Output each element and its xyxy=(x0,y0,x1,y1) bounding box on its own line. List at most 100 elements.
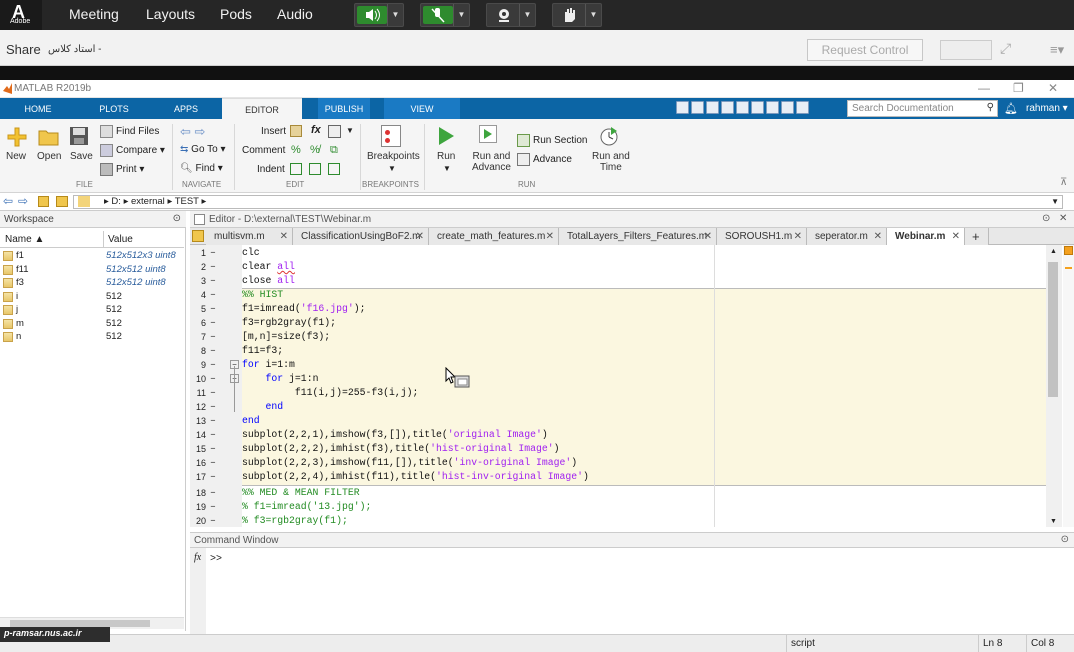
undo-icon[interactable] xyxy=(736,101,749,114)
increase-indent-icon[interactable] xyxy=(309,163,321,175)
indent-button[interactable]: Indent xyxy=(257,164,285,175)
editor-tab[interactable]: multisvm.m ✕ xyxy=(206,228,293,245)
run-button[interactable]: Run xyxy=(437,151,455,162)
camera-button[interactable]: ▼ xyxy=(486,3,536,27)
decrease-indent-icon[interactable] xyxy=(328,163,340,175)
fx-icon[interactable]: fx xyxy=(194,552,201,563)
code-line[interactable]: 11– f11(i,j)=255-f3(i,j); xyxy=(190,386,1046,400)
workspace-row[interactable]: n 512 xyxy=(0,330,184,344)
menu-layouts[interactable]: Layouts xyxy=(146,6,195,22)
editor-tab[interactable]: ClassificationUsingBoF2.m ✕ xyxy=(293,228,429,245)
command-window[interactable] xyxy=(190,548,1074,634)
menu-pods[interactable]: Pods xyxy=(220,6,252,22)
browse-folder-icon[interactable] xyxy=(56,196,68,207)
fullscreen-icon[interactable]: ⤢ xyxy=(1000,40,1020,60)
editor-tab-active[interactable]: Webinar.m ✕ xyxy=(887,228,965,245)
code-line[interactable]: 8– f11=f3; xyxy=(190,344,1046,358)
editor-tab[interactable]: SOROUSH1.m ✕ xyxy=(717,228,807,245)
editor-tab[interactable]: seperator.m ✕ xyxy=(807,228,887,245)
chevron-down-icon[interactable]: ▼ xyxy=(443,164,451,173)
goto-button[interactable]: ⇆ Go To ▾ xyxy=(180,144,225,155)
options-icon[interactable] xyxy=(796,101,809,114)
code-line[interactable]: 18–%% MED & MEAN FILTER xyxy=(190,486,1046,500)
cut-icon[interactable] xyxy=(691,101,704,114)
close-icon[interactable]: ✕ xyxy=(1048,81,1058,95)
workspace-row[interactable]: i 512 xyxy=(0,290,184,304)
insert-button[interactable]: Insert xyxy=(261,126,286,137)
close-icon[interactable]: ✕ xyxy=(546,228,554,245)
close-icon[interactable]: ✕ xyxy=(416,228,424,245)
menu-meeting[interactable]: Meeting xyxy=(69,6,119,22)
code-line[interactable]: 20–% f3=rgb2gray(f1); xyxy=(190,514,1046,527)
mic-button[interactable]: ▼ xyxy=(420,3,470,27)
panel-menu-icon[interactable]: ⊙ xyxy=(1061,534,1069,545)
code-line[interactable]: 17– subplot(2,2,4),imhist(f11),title('his… xyxy=(190,470,1046,484)
redo-icon[interactable] xyxy=(751,101,764,114)
speaker-button[interactable]: ▼ xyxy=(354,3,404,27)
tab-plots[interactable]: PLOTS xyxy=(88,98,140,119)
code-line[interactable]: 5– f1=imread('f16.jpg'); xyxy=(190,302,1046,316)
code-line[interactable]: 19–% f1=imread('13.jpg'); xyxy=(190,500,1046,514)
close-icon[interactable]: ✕ xyxy=(1059,213,1067,224)
tab-apps[interactable]: APPS xyxy=(160,98,212,119)
find-files-button[interactable]: Find Files xyxy=(100,125,159,138)
search-documentation-input[interactable]: Search Documentation ⚲ xyxy=(847,100,998,117)
run-and-advance-button[interactable]: Run and Advance xyxy=(472,151,511,173)
workspace-row[interactable]: m 512 xyxy=(0,317,184,331)
current-folder-path[interactable]: ▸ D: ▸ external ▸ TEST ▸ ▼ xyxy=(73,195,1063,209)
panel-menu-icon[interactable]: ⊙ xyxy=(173,213,181,224)
fx-icon[interactable]: fx xyxy=(311,124,321,136)
insert-section-icon[interactable] xyxy=(290,125,302,137)
user-menu[interactable]: rahman ▾ xyxy=(1026,103,1068,114)
minimize-icon[interactable]: — xyxy=(978,81,990,95)
editor-tab[interactable]: TotalLayers_Filters_Features.m ✕ xyxy=(559,228,717,245)
path-part-test[interactable]: TEST xyxy=(175,196,199,207)
code-line[interactable]: 13– end xyxy=(190,414,1046,428)
tab-home[interactable]: HOME xyxy=(12,98,64,119)
code-line[interactable]: 12– end xyxy=(190,400,1046,414)
view-toggle-icon[interactable] xyxy=(940,40,992,60)
workspace-row[interactable]: j 512 xyxy=(0,303,184,317)
workspace-row[interactable]: f1 512x512x3 uint8 xyxy=(0,249,184,263)
path-part-drive[interactable]: D: xyxy=(111,196,121,207)
chevron-down-icon[interactable]: ▼ xyxy=(346,126,354,135)
editor-tab[interactable]: create_math_features.m ✕ xyxy=(429,228,559,245)
code-line[interactable]: 7– [m,n]=size(f3); xyxy=(190,330,1046,344)
copy-icon[interactable] xyxy=(706,101,719,114)
code-line[interactable]: 1– clc xyxy=(190,246,1046,260)
tab-editor[interactable]: EDITOR xyxy=(222,98,302,119)
code-line[interactable]: 2– clear all xyxy=(190,260,1046,274)
comment-button[interactable]: Comment xyxy=(242,145,285,156)
scroll-thumb[interactable] xyxy=(1048,262,1058,397)
help-icon[interactable] xyxy=(781,101,794,114)
close-icon[interactable]: ✕ xyxy=(704,228,712,245)
code-line[interactable]: 14– subplot(2,2,1),imshow(f3,[]),title('o… xyxy=(190,428,1046,442)
switch-windows-icon[interactable] xyxy=(766,101,779,114)
tab-publish[interactable]: PUBLISH xyxy=(318,98,370,119)
uncomment-icon[interactable]: %̸ xyxy=(310,144,320,156)
chevron-down-icon[interactable]: ▼ xyxy=(388,164,396,173)
maximize-icon[interactable]: ❐ xyxy=(1013,81,1024,95)
breakpoints-button[interactable]: Breakpoints xyxy=(367,151,420,162)
advance-button[interactable]: Advance xyxy=(517,153,572,166)
find-button[interactable]: 🔍︎ Find ▾ xyxy=(180,163,223,174)
workspace-row[interactable]: f3 512x512 uint8 xyxy=(0,276,184,290)
smart-indent-icon[interactable] xyxy=(290,163,302,175)
column-name[interactable]: Name ▲ xyxy=(5,234,44,245)
new-button[interactable]: New xyxy=(6,151,26,162)
close-icon[interactable]: ✕ xyxy=(952,228,960,245)
run-section-button[interactable]: Run Section xyxy=(517,134,587,147)
up-folder-icon[interactable] xyxy=(38,196,49,207)
run-and-time-button[interactable]: Run and Time xyxy=(592,151,630,173)
close-icon[interactable]: ✕ xyxy=(280,228,288,245)
compare-button[interactable]: Compare ▾ xyxy=(100,144,165,157)
collapse-ribbon-icon[interactable]: ⊼ xyxy=(1060,177,1067,188)
tab-view[interactable]: VIEW xyxy=(384,98,460,119)
save-icon[interactable] xyxy=(676,101,689,114)
insert-function-icon[interactable] xyxy=(328,125,341,138)
workspace-row[interactable]: f11 512x512 uint8 xyxy=(0,263,184,277)
close-icon[interactable]: ✕ xyxy=(874,228,882,245)
request-control-button[interactable]: Request Control xyxy=(807,39,923,61)
code-line[interactable]: 15– subplot(2,2,2),imhist(f3),title('hist… xyxy=(190,442,1046,456)
back-forward-icon[interactable]: ⇦ ⇨ xyxy=(180,124,205,140)
